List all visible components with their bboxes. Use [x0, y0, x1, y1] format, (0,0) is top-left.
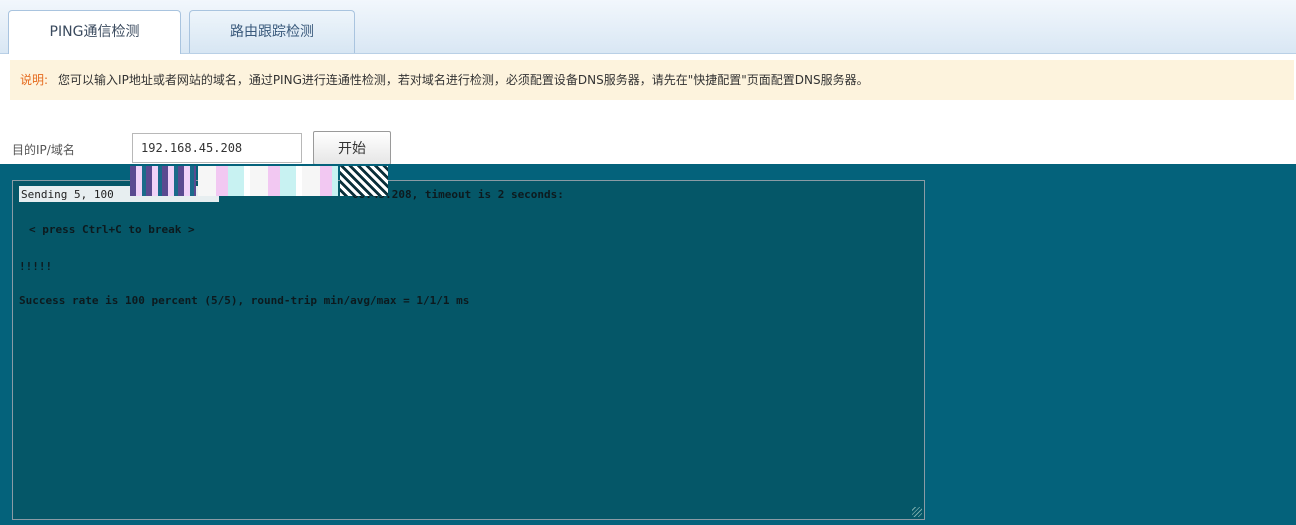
output-line-summary: Success rate is 100 percent (5/5), round…	[19, 294, 470, 307]
start-button[interactable]: 开始	[313, 131, 391, 165]
output-line-replies: !!!!!	[19, 260, 53, 273]
resize-handle-icon[interactable]	[912, 507, 922, 517]
tab-bar: PING通信检测 路由跟踪检测	[0, 0, 1296, 54]
tab-traceroute[interactable]: 路由跟踪检测	[189, 10, 355, 53]
output-line-break-hint: < press Ctrl+C to break >	[29, 223, 195, 236]
target-input[interactable]	[132, 133, 302, 163]
render-artifact	[198, 166, 338, 196]
render-artifact	[130, 166, 196, 196]
tab-ping[interactable]: PING通信检测	[8, 10, 181, 54]
render-artifact	[340, 166, 388, 196]
target-label: 目的IP/域名	[12, 143, 75, 157]
notice-text: 您可以输入IP地址或者网站的域名，通过PING进行连通性检测，若对域名进行检测，…	[58, 73, 869, 87]
ping-output[interactable]: Sending 5, 100 68.45.208, timeout is 2 s…	[12, 180, 925, 520]
output-line1-start: Sending 5, 100	[21, 188, 114, 201]
notice-label: 说明:	[20, 73, 49, 87]
notice-banner: 说明: 您可以输入IP地址或者网站的域名，通过PING进行连通性检测，若对域名进行…	[10, 60, 1294, 100]
output-line-sending: Sending 5, 100 68.45.208, timeout is 2 s…	[19, 186, 564, 251]
